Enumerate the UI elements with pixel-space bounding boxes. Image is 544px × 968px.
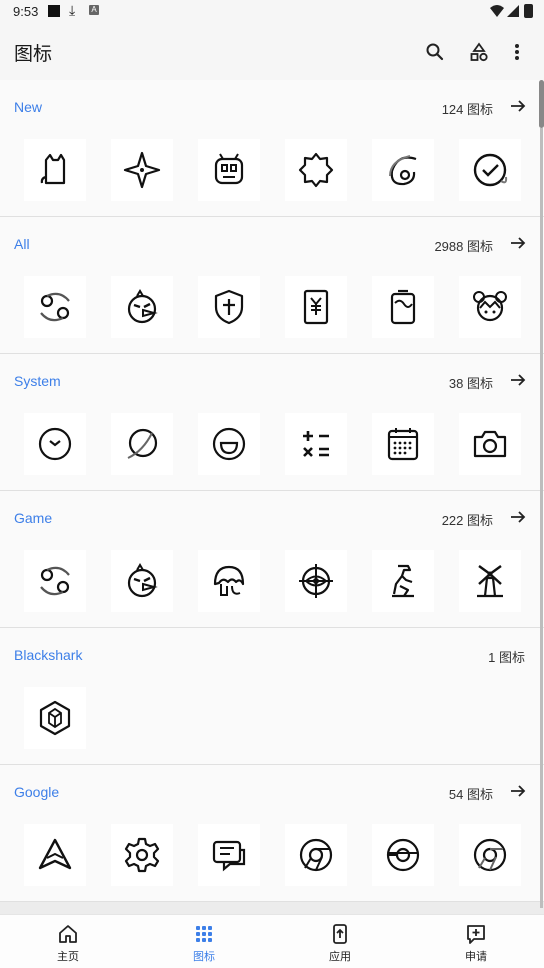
apply-upload-icon [333, 924, 347, 944]
battery-wave-icon[interactable] [372, 276, 434, 338]
dinosaur-icon[interactable] [372, 550, 434, 612]
app-badge-icon: A [89, 5, 99, 15]
section-count: 222 图标 [441, 513, 493, 528]
robot-face-icon[interactable] [198, 139, 260, 201]
mushroom-head-icon[interactable] [198, 550, 260, 612]
chrome-beta-icon[interactable] [372, 824, 434, 886]
section-all[interactable]: All 2988 图标 [0, 217, 544, 354]
cat-icon[interactable] [24, 139, 86, 201]
arrow-right-icon[interactable] [509, 234, 527, 252]
section-new[interactable]: New 124 图标 [0, 80, 544, 217]
section-title[interactable]: Game [14, 510, 52, 526]
section-count: 38 图标 [448, 376, 493, 391]
section-title[interactable]: All [14, 236, 30, 252]
search-icon[interactable] [423, 40, 447, 64]
section-blackshark[interactable]: Blackshark 1 图标 [0, 628, 544, 765]
cancer-zodiac-icon[interactable] [24, 276, 86, 338]
section-title[interactable]: Google [14, 784, 59, 800]
swirl-icon[interactable] [372, 139, 434, 201]
gear-cog-icon[interactable] [285, 139, 347, 201]
compass-eye-icon[interactable] [285, 550, 347, 612]
sparkle-star-icon[interactable] [111, 139, 173, 201]
signal-icon [507, 5, 519, 17]
more-vert-icon[interactable] [505, 40, 529, 64]
wifi-icon [490, 5, 504, 17]
windmill-icon[interactable] [459, 550, 521, 612]
section-title[interactable]: System [14, 373, 61, 389]
section-count: 2988 图标 [434, 239, 493, 254]
nav-label: 图标 [193, 951, 215, 963]
yen-note-icon[interactable] [285, 276, 347, 338]
scrollbar-track[interactable] [540, 128, 543, 908]
app-bar: 图标 [0, 24, 544, 80]
status-bar: 9:53 ⤓ A [0, 0, 544, 24]
nav-label: 主页 [57, 951, 79, 963]
arrow-right-icon[interactable] [509, 371, 527, 389]
clock-icon[interactable] [24, 413, 86, 475]
arrow-right-icon[interactable] [509, 508, 527, 526]
nav-home[interactable]: 主页 [0, 915, 136, 968]
shield-cross-icon[interactable] [198, 276, 260, 338]
nav-label: 申请 [465, 951, 487, 963]
section-count: 124 图标 [441, 102, 493, 117]
notification-square-icon [48, 5, 60, 17]
shapes-icon[interactable] [467, 40, 491, 64]
section-game[interactable]: Game 222 图标 [0, 491, 544, 628]
home-icon [59, 925, 77, 943]
settings-gear-icon[interactable] [111, 824, 173, 886]
arrow-right-icon[interactable] [509, 782, 527, 800]
calendar-icon[interactable] [372, 413, 434, 475]
icon-categories-list[interactable]: New 124 图标 All 2988 图标 System 38 图标 Game… [0, 80, 544, 914]
section-count: 1 图标 [488, 650, 525, 665]
section-system[interactable]: System 38 图标 [0, 354, 544, 491]
angry-bird-icon[interactable] [111, 276, 173, 338]
hexagon-cube-icon[interactable] [24, 687, 86, 749]
status-time: 9:53 [13, 4, 39, 19]
planet-icon[interactable] [111, 413, 173, 475]
nav-apply[interactable]: 应用 [272, 915, 408, 968]
grid-dots-icon [196, 926, 212, 942]
battery-icon [524, 4, 533, 18]
page-title: 图标 [14, 44, 53, 65]
girl-face-icon[interactable] [459, 276, 521, 338]
nav-icons[interactable]: 图标 [136, 915, 272, 968]
chrome-icon[interactable] [285, 824, 347, 886]
angry-bird-icon[interactable] [111, 550, 173, 612]
smile-face-icon[interactable] [198, 413, 260, 475]
calculator-icon[interactable] [285, 413, 347, 475]
request-add-icon [467, 925, 485, 944]
scrollbar[interactable] [538, 80, 544, 914]
section-title[interactable]: Blackshark [14, 647, 82, 663]
section-google[interactable]: Google 54 图标 [0, 765, 544, 902]
nav-request[interactable]: 申请 [408, 915, 544, 968]
messages-icon[interactable] [198, 824, 260, 886]
cancer-zodiac-icon[interactable] [24, 550, 86, 612]
nav-label: 应用 [329, 951, 351, 963]
android-auto-icon[interactable] [24, 824, 86, 886]
camera-icon[interactable] [459, 413, 521, 475]
bottom-navigation: 主页 图标 应用 申请 [0, 914, 544, 968]
download-icon: ⤓ [69, 2, 76, 18]
chrome-dev-icon[interactable] [459, 824, 521, 886]
check-circle-icon[interactable] [459, 139, 521, 201]
arrow-right-icon[interactable] [509, 97, 527, 115]
scrollbar-thumb[interactable] [539, 80, 544, 128]
section-title[interactable]: New [14, 99, 42, 115]
section-count: 54 图标 [448, 787, 493, 802]
